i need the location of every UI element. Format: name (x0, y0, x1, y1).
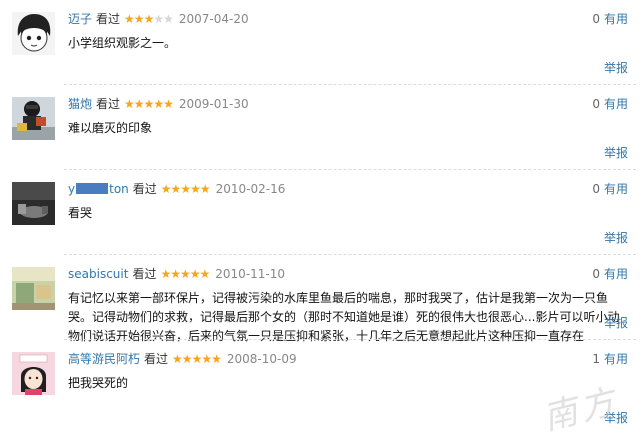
comment-text: 难以磨灭的印象 (68, 121, 153, 135)
star-filled-icon: ★ (190, 182, 201, 196)
avatar[interactable] (12, 267, 55, 310)
vote-count: 0 (592, 267, 600, 281)
watched-label: 看过 (144, 352, 169, 366)
star-filled-icon: ★ (170, 182, 182, 196)
rating-stars: ★★★★★ (124, 12, 174, 26)
star-filled-icon: ★ (172, 352, 183, 366)
comment-text: 把我哭死的 (68, 376, 129, 390)
redaction-mask (76, 183, 109, 194)
username-link[interactable]: 迈子 (68, 12, 92, 26)
star-empty-icon: ★ (153, 12, 164, 26)
vote-box: 0 有用 (592, 266, 628, 282)
username-link[interactable]: 高等游民阿朽 (68, 352, 140, 366)
rating-stars: ★★★★★ (124, 97, 174, 111)
username-link[interactable]: 猫炮 (68, 97, 92, 111)
vote-count: 0 (592, 97, 600, 111)
star-filled-icon: ★ (189, 267, 201, 281)
review-meta: 高等游民阿朽 看过 ★★★★★ 2008-10-09 (68, 351, 297, 367)
report-link[interactable]: 举报 (604, 61, 628, 75)
username-prefix: y (68, 182, 76, 196)
star-filled-icon: ★ (199, 182, 211, 196)
review-item: seabiscuit 看过 ★★★★★ 2010-11-10 0 有用 有记忆以来第一部… (0, 255, 640, 343)
watched-label: 看过 (96, 97, 121, 111)
vote-box: 1 有用 (592, 351, 628, 367)
vote-count: 0 (592, 12, 600, 26)
avatar[interactable] (12, 182, 55, 225)
avatar-pink-cartoon-image (12, 352, 55, 395)
review-meta: y ton 看过 ★★★★★ 2010-02-16 (68, 181, 285, 197)
review-meta: seabiscuit 看过 ★★★★★ 2010-11-10 (68, 266, 285, 282)
star-filled-icon: ★ (153, 97, 164, 111)
review-item: 猫炮 看过 ★★★★★ 2009-01-30 0 有用 难以磨灭的印象 举报 (0, 85, 640, 170)
review-date: 2008-10-09 (226, 352, 297, 366)
review-item: y ton 看过 ★★★★★ 2010-02-16 0 有用 看哭 举报 (0, 170, 640, 255)
star-filled-icon: ★ (160, 182, 172, 196)
useful-button[interactable]: 有用 (604, 182, 628, 196)
useful-button[interactable]: 有用 (604, 12, 628, 26)
review-date: 2010-02-16 (215, 182, 286, 196)
review-item: 迈子 看过 ★★★★★ 2007-04-20 0 有用 小学组织观影之一。 举报 (0, 0, 640, 85)
star-filled-icon: ★ (163, 97, 174, 111)
avatar-room-photo-image (12, 267, 55, 310)
comment-text: 有记忆以来第一部环保片，记得被污染的水库里鱼最后的喘息，那时我哭了，估计是我第一… (68, 291, 620, 343)
comment-text: 小学组织观影之一。 (68, 36, 177, 50)
comment-text: 看哭 (68, 206, 93, 220)
review-date: 2009-01-30 (178, 97, 249, 111)
report-link[interactable]: 举报 (604, 316, 628, 330)
avatar-dark-photo-image (12, 182, 55, 225)
star-filled-icon: ★ (170, 267, 181, 281)
vote-box: 0 有用 (592, 11, 628, 27)
avatar[interactable] (12, 97, 55, 140)
review-meta: 迈子 看过 ★★★★★ 2007-04-20 (68, 11, 249, 27)
star-filled-icon: ★ (124, 97, 135, 111)
username-suffix: ton (109, 182, 129, 196)
review-meta: 猫炮 看过 ★★★★★ 2009-01-30 (68, 96, 249, 112)
review-item: 高等游民阿朽 看过 ★★★★★ 2008-10-09 1 有用 把我哭死的 举报 (0, 340, 640, 425)
star-filled-icon: ★ (133, 97, 145, 111)
rating-stars: ★★★★★ (172, 352, 222, 366)
useful-button[interactable]: 有用 (604, 352, 628, 366)
star-filled-icon: ★ (133, 12, 145, 26)
star-filled-icon: ★ (201, 352, 212, 366)
star-filled-icon: ★ (180, 182, 191, 196)
useful-button[interactable]: 有用 (604, 97, 628, 111)
star-filled-icon: ★ (211, 352, 222, 366)
review-list: 迈子 看过 ★★★★★ 2007-04-20 0 有用 小学组织观影之一。 举报 猫炮看… (0, 0, 640, 425)
avatar-cartoon-girl-image (12, 12, 55, 55)
vote-box: 0 有用 (592, 96, 628, 112)
star-filled-icon: ★ (191, 352, 203, 366)
star-filled-icon: ★ (179, 267, 191, 281)
report-link[interactable]: 举报 (604, 146, 628, 160)
report-link[interactable]: 举报 (604, 231, 628, 245)
watched-label: 看过 (132, 182, 157, 196)
watched-label: 看过 (132, 267, 157, 281)
avatar[interactable] (12, 12, 55, 55)
review-date: 2007-04-20 (178, 12, 249, 26)
avatar[interactable] (12, 352, 55, 395)
report-link[interactable]: 举报 (604, 411, 628, 425)
watched-label: 看过 (96, 12, 121, 26)
star-empty-icon: ★ (163, 12, 174, 26)
rating-stars: ★★★★★ (160, 267, 211, 281)
avatar-toy-figure-image (12, 97, 55, 140)
star-filled-icon: ★ (143, 12, 155, 26)
username-link[interactable]: seabiscuit (68, 267, 128, 281)
star-filled-icon: ★ (199, 267, 211, 281)
star-filled-icon: ★ (181, 352, 193, 366)
vote-box: 0 有用 (592, 181, 628, 197)
rating-stars: ★★★★★ (160, 182, 211, 196)
star-filled-icon: ★ (124, 12, 135, 26)
review-date: 2010-11-10 (215, 267, 286, 281)
useful-button[interactable]: 有用 (604, 267, 628, 281)
vote-count: 0 (592, 182, 600, 196)
star-filled-icon: ★ (160, 267, 171, 281)
vote-count: 1 (592, 352, 600, 366)
star-filled-icon: ★ (143, 97, 155, 111)
username-link[interactable]: y ton (68, 182, 129, 196)
